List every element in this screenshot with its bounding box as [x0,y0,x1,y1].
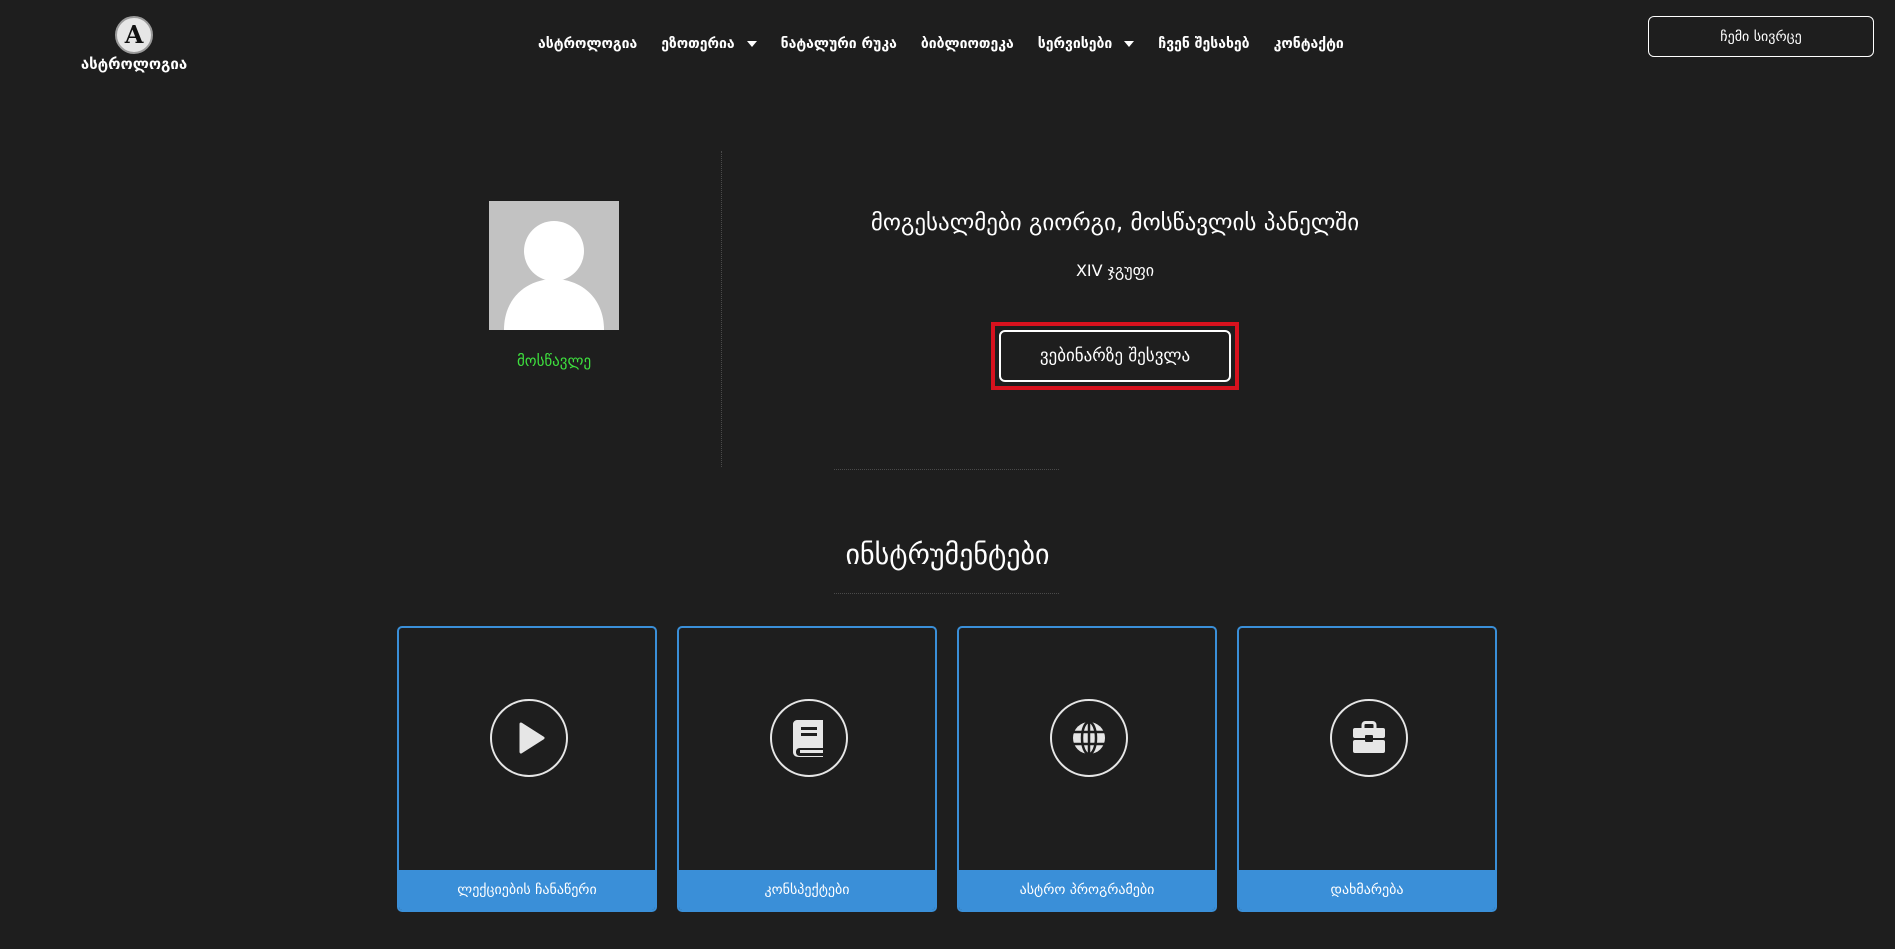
nav-item-natal-chart[interactable]: ნატალური რუკა [781,36,897,52]
tools-heading: ინსტრუმენტები [845,538,1050,571]
nav-item-label: ბიბლიოთეკა [920,36,1014,52]
group-label: XIV ჯგუფი [1075,261,1155,280]
main-nav: ასტროლოგია ეზოთერია ნატალური რუკა ბიბლიო… [538,32,1344,56]
user-placeholder-icon [489,201,619,330]
book-icon [770,699,848,777]
tool-card-help[interactable]: დახმარება [1237,626,1497,912]
toolbox-icon [1330,699,1408,777]
tool-card-label: კონსპექტები [679,870,935,910]
nav-item-contact[interactable]: კონტაქტი [1274,36,1344,52]
globe-icon [1050,699,1128,777]
tool-card-lecture-recordings[interactable]: ლექციების ჩანაწერი [397,626,657,912]
nav-item-about[interactable]: ჩვენ შესახებ [1158,36,1249,52]
nav-item-services[interactable]: სერვისები [1038,36,1135,52]
tool-card-notes[interactable]: კონსპექტები [677,626,937,912]
nav-item-label: კონტაქტი [1273,36,1344,52]
caret-down-icon [746,41,757,47]
site-logo[interactable]: A ასტროლოგია [74,16,194,73]
nav-item-esoterics[interactable]: ეზოთერია [661,36,757,52]
logo-text: ასტროლოგია [80,55,188,73]
vertical-divider [721,151,722,467]
tool-card-label: ასტრო პროგრამები [959,870,1215,910]
section-divider-bottom [834,593,1059,594]
join-webinar-button[interactable]: ვებინარზე შესვლა [999,330,1231,382]
tool-card-label: დახმარება [1239,870,1495,910]
welcome-heading: მოგესალმები გიორგი, მოსწავლის პანელში [870,210,1360,236]
nav-item-astrology[interactable]: ასტროლოგია [538,36,637,52]
tool-card-astro-programs[interactable]: ასტრო პროგრამები [957,626,1217,912]
nav-item-label: ჩვენ შესახებ [1158,36,1250,52]
nav-item-label: ნატალური რუკა [780,36,897,52]
section-divider-top [834,469,1059,470]
tool-card-label: ლექციების ჩანაწერი [399,870,655,910]
nav-item-library[interactable]: ბიბლიოთეკა [921,36,1014,52]
site-header: A ასტროლოგია ასტროლოგია ეზოთერია ნატალურ… [0,0,1895,90]
nav-item-label: ეზოთერია [661,36,735,52]
logo-emblem: A [115,16,153,54]
user-role-label: მოსწავლე [516,352,592,370]
my-space-button[interactable]: ჩემი სივრცე [1648,16,1874,57]
caret-down-icon [1124,41,1135,47]
avatar [489,201,619,330]
nav-item-label: სერვისები [1037,36,1113,52]
nav-item-label: ასტროლოგია [538,36,638,52]
play-icon [490,699,568,777]
